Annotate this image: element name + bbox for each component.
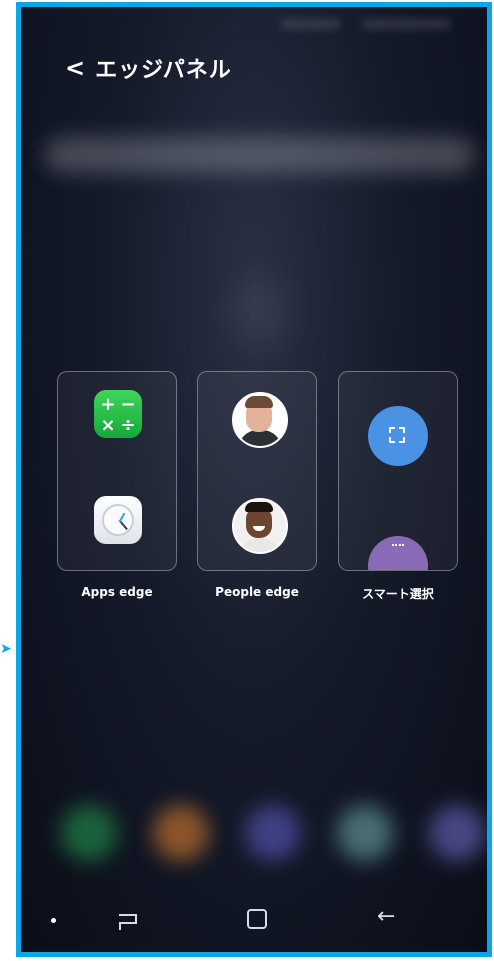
chevron-left-icon[interactable]: < <box>65 56 85 80</box>
blurred-background-shape <box>231 277 291 347</box>
annotation-arrow: ➤ <box>0 641 12 657</box>
dot-indicator-icon <box>51 918 56 923</box>
panel-smart-select[interactable]: スマート選択 <box>338 371 458 602</box>
edge-panel-list: + − × ÷ Apps edge People edge スマート選択 <box>57 371 467 611</box>
contact-avatar-icon <box>232 498 288 554</box>
purple-tool-icon <box>368 536 428 570</box>
rectangle-select-icon <box>368 406 428 466</box>
navigation-bar: ← <box>21 890 487 952</box>
calculator-icon: + − × ÷ <box>94 390 142 438</box>
panel-people-edge[interactable]: People edge <box>197 371 317 599</box>
blurred-toggle-row <box>45 137 475 173</box>
panel-card[interactable] <box>338 371 458 571</box>
app-header: < エッジパネル <box>65 51 232 85</box>
recents-icon[interactable] <box>115 908 141 934</box>
panel-label: Apps edge <box>81 585 153 599</box>
back-arrow-icon[interactable]: ← <box>377 906 395 928</box>
panel-card[interactable]: + − × ÷ <box>57 371 177 571</box>
panel-apps-edge[interactable]: + − × ÷ Apps edge <box>57 371 177 599</box>
page-title: エッジパネル <box>95 58 232 83</box>
contact-avatar-icon <box>232 392 288 448</box>
blurred-dock <box>41 791 485 871</box>
panel-label: スマート選択 <box>362 587 434 601</box>
panel-label: People edge <box>215 585 299 599</box>
status-bar <box>21 7 487 41</box>
clock-icon <box>94 496 142 544</box>
phone-screen: < エッジパネル + − × ÷ Apps edge People edge ス… <box>16 2 492 957</box>
home-icon[interactable] <box>247 909 267 929</box>
panel-card[interactable] <box>197 371 317 571</box>
